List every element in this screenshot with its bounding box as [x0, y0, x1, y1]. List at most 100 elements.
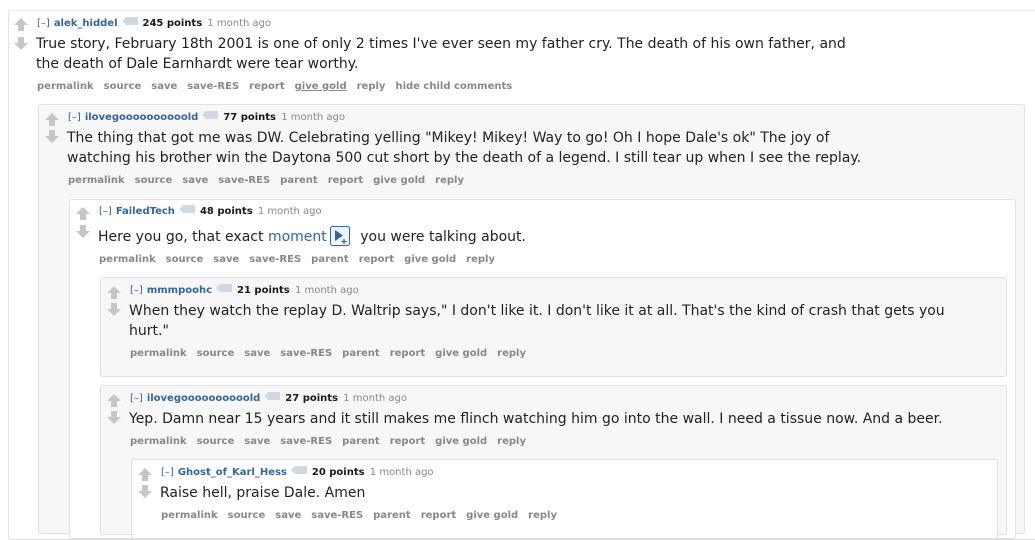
save-res-button[interactable]: save-RES	[187, 81, 239, 92]
report-button[interactable]: report	[328, 175, 363, 186]
comment-text-line: Yep. Damn near 15 years and it still mak…	[129, 411, 943, 427]
reply-button[interactable]: reply	[497, 436, 526, 447]
score: 245 points	[142, 18, 203, 29]
save-res-button[interactable]: save-RES	[280, 348, 332, 359]
res-tag-icon[interactable]	[202, 111, 219, 123]
save-res-button[interactable]: save-RES	[249, 254, 301, 265]
give-gold-button[interactable]: give gold	[404, 254, 456, 265]
res-tag-icon[interactable]	[216, 284, 233, 296]
collapse-toggle[interactable]: [–]	[161, 467, 174, 478]
parent-button[interactable]: parent	[342, 348, 380, 359]
save-res-button[interactable]: save-RES	[218, 175, 270, 186]
tagline: [–] alek_hiddel 245 points 1 month ago	[37, 17, 271, 30]
save-button[interactable]: save	[244, 348, 270, 359]
comment-body: The thing that got me was DW. Celebratin…	[67, 128, 861, 168]
report-button[interactable]: report	[390, 348, 425, 359]
save-res-button[interactable]: save-RES	[280, 436, 332, 447]
save-button[interactable]: save	[182, 175, 208, 186]
save-button[interactable]: save	[244, 436, 270, 447]
parent-button[interactable]: parent	[280, 175, 318, 186]
reply-button[interactable]: reply	[357, 81, 386, 92]
author-link[interactable]: ilovegoooooooooold	[85, 112, 198, 123]
report-button[interactable]: report	[390, 436, 425, 447]
downvote-arrow-icon[interactable]	[107, 410, 121, 424]
author-link[interactable]: Ghost_of_Karl_Hess	[178, 467, 287, 478]
report-button[interactable]: report	[359, 254, 394, 265]
collapse-toggle[interactable]: [–]	[68, 112, 81, 123]
comment-body: Yep. Damn near 15 years and it still mak…	[129, 409, 943, 429]
comment-text: Here you go, that exact	[98, 229, 268, 245]
comment-text-line: When they watch the replay D. Waltrip sa…	[129, 303, 945, 319]
downvote-arrow-icon[interactable]	[138, 484, 152, 498]
source-button[interactable]: source	[197, 348, 235, 359]
report-button[interactable]: report	[249, 81, 284, 92]
score: 48 points	[199, 206, 253, 217]
collapse-toggle[interactable]: [–]	[130, 285, 143, 296]
reply-button[interactable]: reply	[466, 254, 495, 265]
res-tag-icon[interactable]	[121, 17, 138, 29]
collapse-toggle[interactable]: [–]	[130, 393, 143, 404]
tagline: [–] FailedTech 48 points 1 month ago	[99, 205, 322, 218]
res-tag-icon[interactable]	[264, 392, 281, 404]
permalink-button[interactable]: permalink	[68, 175, 125, 186]
permalink-button[interactable]: permalink	[37, 81, 94, 92]
comment-actions: permalink source save save-RES report give go…	[37, 81, 522, 93]
source-button[interactable]: source	[135, 175, 173, 186]
downvote-arrow-icon[interactable]	[76, 224, 90, 238]
hide-child-comments-button[interactable]: hide child comments	[395, 81, 512, 92]
source-button[interactable]: source	[166, 254, 204, 265]
comment-actions: permalink source save save-RES parent report g…	[99, 254, 505, 266]
permalink-button[interactable]: permalink	[99, 254, 156, 265]
reply-button[interactable]: reply	[497, 348, 526, 359]
parent-button[interactable]: parent	[373, 510, 411, 521]
source-button[interactable]: source	[228, 510, 266, 521]
upvote-arrow-icon[interactable]	[107, 394, 121, 408]
save-res-button[interactable]: save-RES	[311, 510, 363, 521]
upvote-arrow-icon[interactable]	[138, 468, 152, 482]
save-button[interactable]: save	[275, 510, 301, 521]
author-link[interactable]: alek_hiddel	[54, 18, 118, 29]
upvote-arrow-icon[interactable]	[14, 18, 28, 32]
save-button[interactable]: save	[213, 254, 239, 265]
downvote-arrow-icon[interactable]	[14, 36, 28, 50]
give-gold-button[interactable]: give gold	[466, 510, 518, 521]
give-gold-button[interactable]: give gold	[295, 81, 347, 92]
permalink-button[interactable]: permalink	[130, 436, 187, 447]
media-expand-icon[interactable]	[329, 225, 350, 246]
comment-text-line: watching his brother win the Daytona 500…	[67, 150, 862, 166]
tagline: [–] ilovegoooooooooold 77 points 1 month a…	[68, 111, 345, 124]
give-gold-button[interactable]: give gold	[435, 436, 487, 447]
reply-button[interactable]: reply	[435, 175, 464, 186]
upvote-arrow-icon[interactable]	[76, 207, 90, 221]
author-link[interactable]: FailedTech	[116, 206, 175, 217]
give-gold-button[interactable]: give gold	[373, 175, 425, 186]
upvote-arrow-icon[interactable]	[107, 286, 121, 300]
res-tag-icon[interactable]	[290, 466, 307, 478]
parent-button[interactable]: parent	[342, 436, 380, 447]
downvote-arrow-icon[interactable]	[107, 302, 121, 316]
collapse-toggle[interactable]: [–]	[99, 206, 112, 217]
timestamp: 1 month ago	[294, 285, 359, 296]
give-gold-button[interactable]: give gold	[435, 348, 487, 359]
downvote-arrow-icon[interactable]	[45, 129, 59, 143]
source-button[interactable]: source	[197, 436, 235, 447]
report-button[interactable]: report	[421, 510, 456, 521]
permalink-button[interactable]: permalink	[130, 348, 187, 359]
comment-body: When they watch the replay D. Waltrip sa…	[129, 301, 945, 341]
comment-text-line: Raise hell, praise Dale. Amen	[160, 485, 366, 501]
author-link[interactable]: ilovegoooooooooold	[147, 393, 260, 404]
moment-link[interactable]: moment	[268, 229, 327, 245]
reply-button[interactable]: reply	[528, 510, 557, 521]
comment-actions: permalink source save save-RES parent report g…	[161, 510, 567, 522]
comment-text-line: True story, February 18th 2001 is one of…	[36, 36, 846, 52]
collapse-toggle[interactable]: [–]	[37, 18, 50, 29]
res-tag-icon[interactable]	[178, 205, 195, 217]
author-link[interactable]: mmmpoohc	[147, 285, 212, 296]
upvote-arrow-icon[interactable]	[45, 113, 59, 127]
timestamp: 1 month ago	[343, 393, 407, 404]
permalink-button[interactable]: permalink	[161, 510, 218, 521]
save-button[interactable]: save	[151, 81, 177, 92]
comment-text-line: The thing that got me was DW. Celebratin…	[67, 130, 830, 146]
source-button[interactable]: source	[104, 81, 142, 92]
parent-button[interactable]: parent	[311, 254, 349, 265]
